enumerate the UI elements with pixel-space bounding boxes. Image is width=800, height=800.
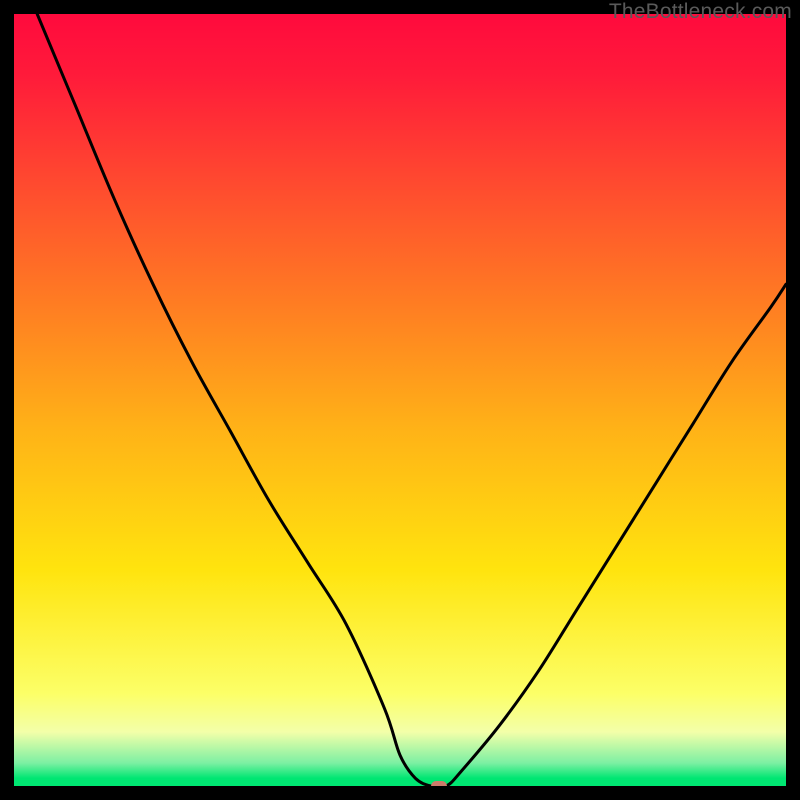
watermark-text: TheBottleneck.com bbox=[609, 0, 792, 24]
plot-area bbox=[14, 14, 786, 786]
optimal-marker bbox=[431, 781, 447, 786]
bottleneck-curve bbox=[14, 14, 786, 786]
chart-frame: TheBottleneck.com bbox=[0, 0, 800, 800]
